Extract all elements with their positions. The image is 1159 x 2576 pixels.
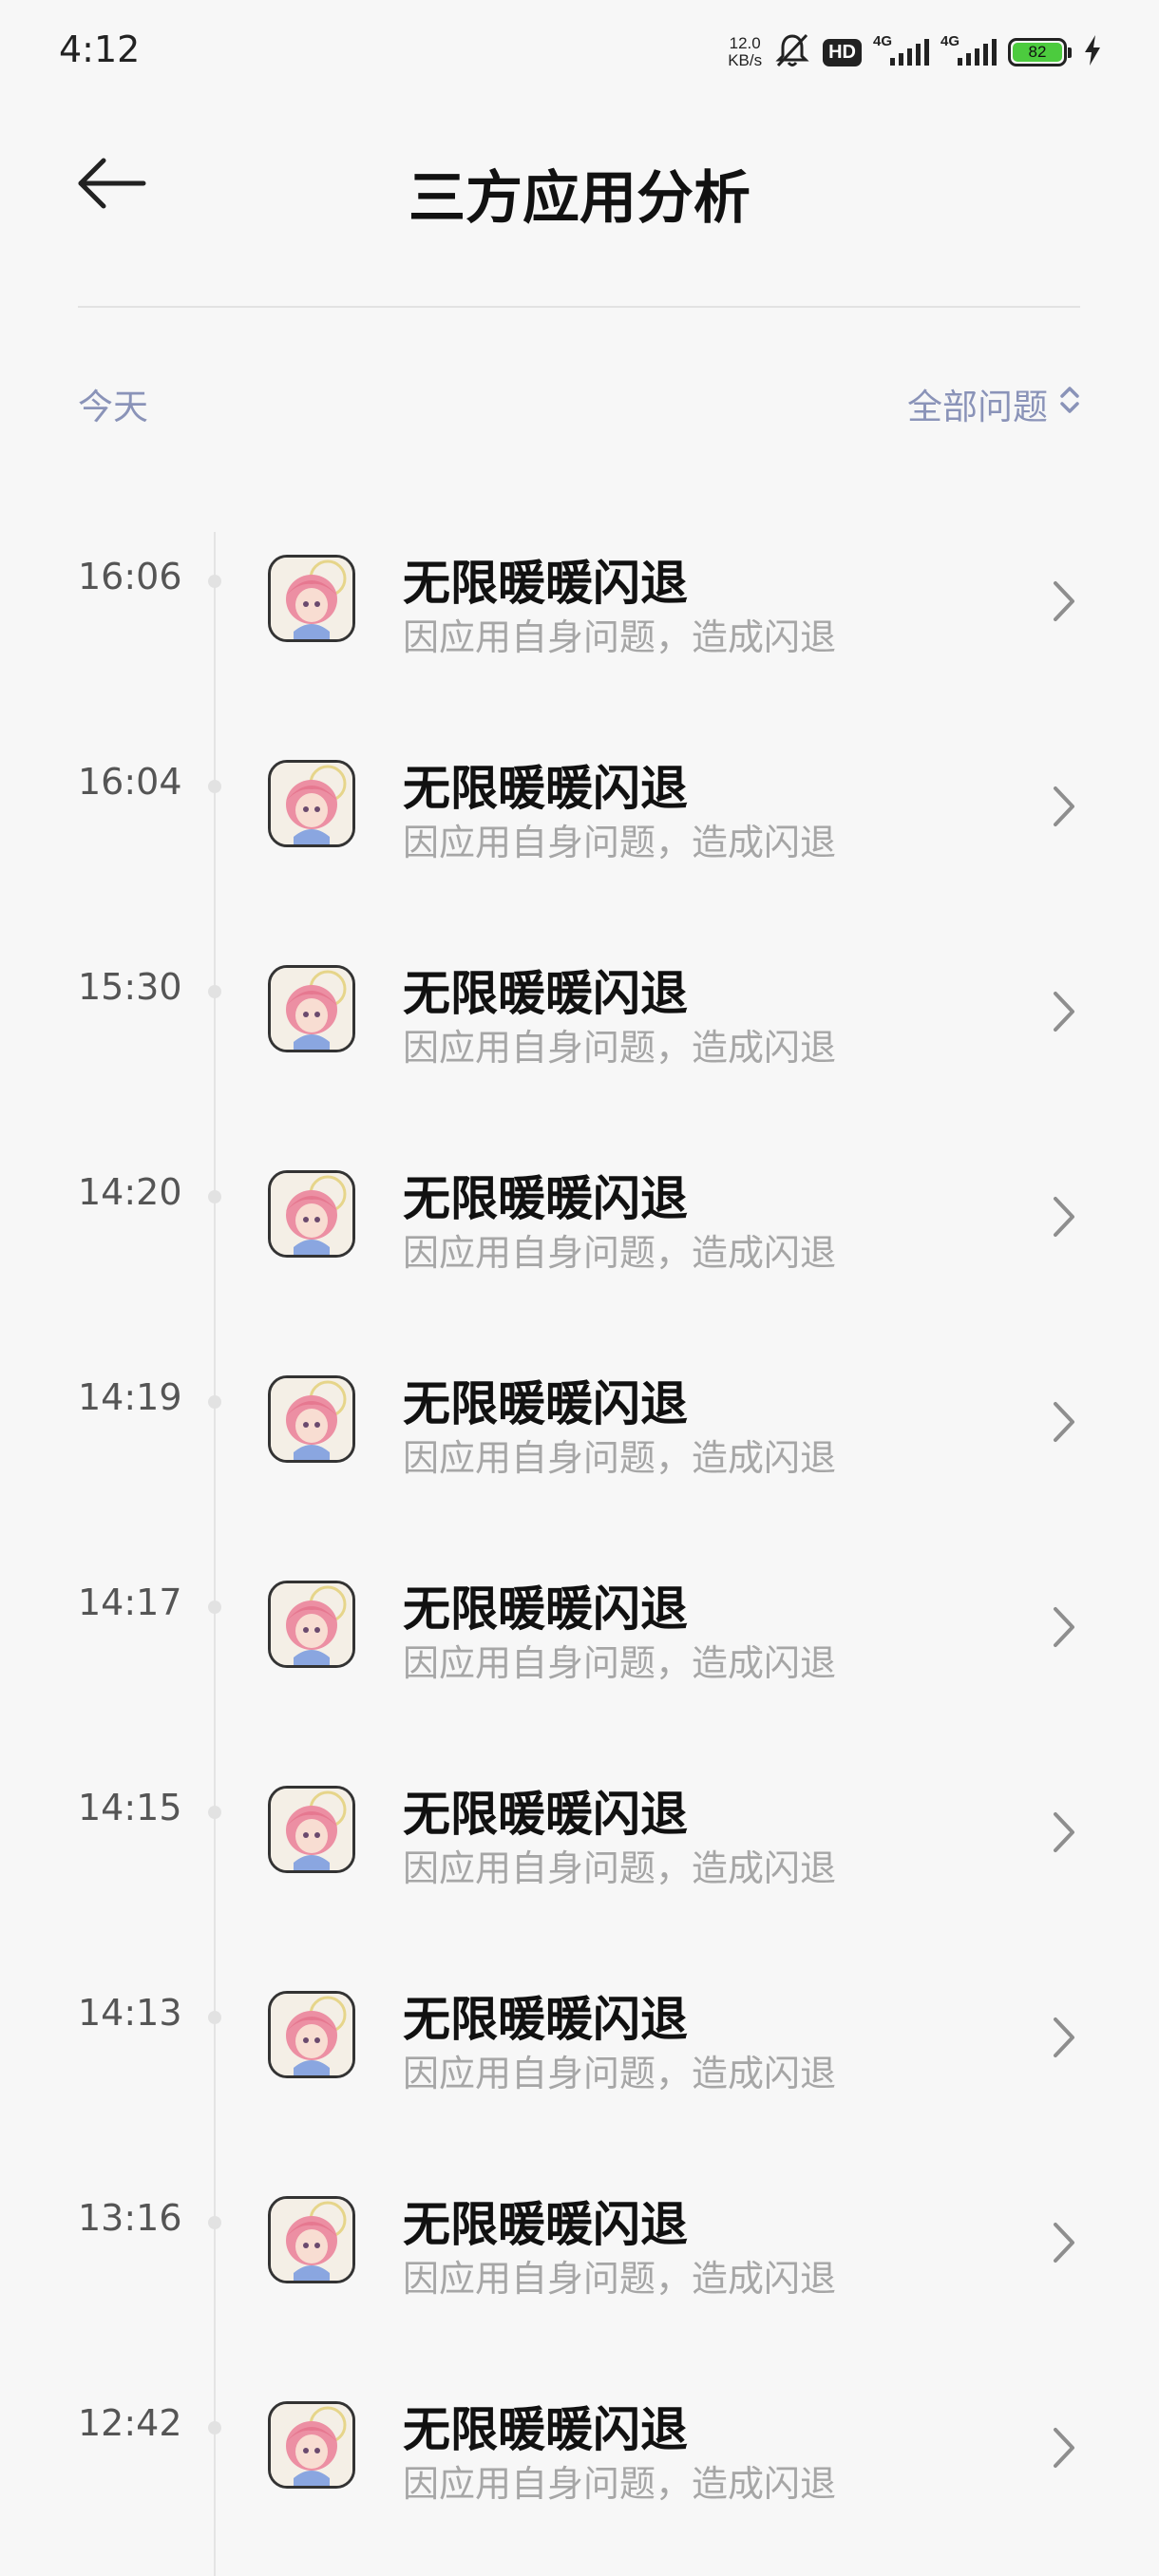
status-time: 4:12 bbox=[59, 28, 141, 70]
item-title: 无限暖暖闪退 bbox=[403, 1582, 688, 1637]
item-time: 14:19 bbox=[78, 1376, 182, 1418]
list-item[interactable]: 16:04 无限暖暖闪退 因应用自身问题，造成闪退 bbox=[0, 709, 1159, 863]
signal-label: 4G bbox=[940, 33, 960, 49]
filter-label: 全部问题 bbox=[907, 387, 1048, 427]
item-time: 12:42 bbox=[78, 2402, 182, 2444]
network-speed-value: 12.0 bbox=[729, 34, 761, 52]
list-item[interactable]: 16:06 无限暖暖闪退 因应用自身问题，造成闪退 bbox=[0, 503, 1159, 658]
item-time: 14:13 bbox=[78, 1992, 182, 2034]
timeline-dot bbox=[208, 2216, 221, 2229]
item-subtitle: 因应用自身问题，造成闪退 bbox=[403, 1847, 837, 1889]
chevron-right-icon bbox=[1050, 783, 1078, 830]
item-time: 14:20 bbox=[78, 1171, 182, 1213]
header: 三方应用分析 bbox=[0, 123, 1159, 247]
item-time: 16:06 bbox=[78, 556, 182, 597]
item-time: 14:15 bbox=[78, 1787, 182, 1828]
item-subtitle: 因应用自身问题，造成闪退 bbox=[403, 1437, 837, 1479]
hd-icon: HD bbox=[823, 38, 862, 66]
app-icon bbox=[268, 2196, 355, 2283]
filter-dropdown[interactable]: 全部问题 bbox=[907, 378, 1080, 429]
charging-icon bbox=[1083, 34, 1102, 70]
chevron-right-icon bbox=[1050, 2424, 1078, 2472]
item-title: 无限暖暖闪退 bbox=[403, 1376, 688, 1431]
item-title: 无限暖暖闪退 bbox=[403, 1787, 688, 1842]
item-time: 13:16 bbox=[78, 2197, 182, 2239]
status-bar: 4:12 12.0 KB/s HD 4G 4G 82 bbox=[0, 0, 1159, 104]
timeline-dot bbox=[208, 1601, 221, 1614]
bell-off-icon bbox=[773, 31, 811, 73]
divider bbox=[78, 306, 1080, 308]
list-item[interactable]: 15:30 无限暖暖闪退 因应用自身问题，造成闪退 bbox=[0, 914, 1159, 1069]
list-item[interactable]: 12:42 无限暖暖闪退 因应用自身问题，造成闪退 bbox=[0, 2350, 1159, 2505]
timeline-dot bbox=[208, 1395, 221, 1409]
chevron-right-icon bbox=[1050, 1809, 1078, 1856]
app-icon bbox=[268, 965, 355, 1052]
app-icon bbox=[268, 2401, 355, 2489]
chevron-updown-icon bbox=[1059, 384, 1080, 425]
item-subtitle: 因应用自身问题，造成闪退 bbox=[403, 2053, 837, 2094]
item-subtitle: 因应用自身问题，造成闪退 bbox=[403, 616, 837, 658]
item-title: 无限暖暖闪退 bbox=[403, 556, 688, 611]
network-speed-unit: KB/s bbox=[728, 51, 763, 69]
chevron-right-icon bbox=[1050, 1603, 1078, 1651]
status-icons: 12.0 KB/s HD 4G 4G 82 bbox=[728, 30, 1102, 74]
item-subtitle: 因应用自身问题，造成闪退 bbox=[403, 1027, 837, 1069]
item-title: 无限暖暖闪退 bbox=[403, 1992, 688, 2047]
list-item[interactable]: 14:13 无限暖暖闪退 因应用自身问题，造成闪退 bbox=[0, 1940, 1159, 2094]
signal-icon: 4G bbox=[940, 33, 997, 66]
chevron-right-icon bbox=[1050, 2219, 1078, 2266]
item-subtitle: 因应用自身问题，造成闪退 bbox=[403, 1642, 837, 1684]
list-item[interactable]: 14:20 无限暖暖闪退 因应用自身问题，造成闪退 bbox=[0, 1119, 1159, 1274]
item-title: 无限暖暖闪退 bbox=[403, 1171, 688, 1226]
item-subtitle: 因应用自身问题，造成闪退 bbox=[403, 2258, 837, 2300]
chevron-right-icon bbox=[1050, 988, 1078, 1035]
list-item[interactable]: 13:16 无限暖暖闪退 因应用自身问题，造成闪退 bbox=[0, 2145, 1159, 2300]
item-title: 无限暖暖闪退 bbox=[403, 2402, 688, 2457]
app-icon bbox=[268, 1170, 355, 1258]
timeline-dot bbox=[208, 780, 221, 793]
list-item[interactable]: 14:15 无限暖暖闪退 因应用自身问题，造成闪退 bbox=[0, 1734, 1159, 1889]
signal-label: 4G bbox=[873, 33, 893, 49]
chevron-right-icon bbox=[1050, 578, 1078, 625]
app-icon bbox=[268, 1991, 355, 2078]
chevron-right-icon bbox=[1050, 1193, 1078, 1241]
app-icon bbox=[268, 1786, 355, 1873]
item-time: 16:04 bbox=[78, 761, 182, 803]
item-time: 14:17 bbox=[78, 1582, 182, 1623]
app-icon bbox=[268, 760, 355, 847]
chevron-right-icon bbox=[1050, 2014, 1078, 2061]
item-subtitle: 因应用自身问题，造成闪退 bbox=[403, 1232, 837, 1274]
timeline-dot bbox=[208, 575, 221, 588]
chevron-right-icon bbox=[1050, 1398, 1078, 1446]
signal-icon: 4G bbox=[873, 33, 929, 66]
list-item[interactable]: 14:17 无限暖暖闪退 因应用自身问题，造成闪退 bbox=[0, 1529, 1159, 1684]
app-icon bbox=[268, 1375, 355, 1463]
item-subtitle: 因应用自身问题，造成闪退 bbox=[403, 822, 837, 863]
item-title: 无限暖暖闪退 bbox=[403, 2197, 688, 2252]
app-icon bbox=[268, 555, 355, 642]
network-speed: 12.0 KB/s bbox=[728, 35, 762, 69]
list-item[interactable]: 14:19 无限暖暖闪退 因应用自身问题，造成闪退 bbox=[0, 1324, 1159, 1479]
timeline-dot bbox=[208, 2011, 221, 2024]
battery-icon: 82 bbox=[1008, 38, 1072, 66]
app-icon bbox=[268, 1581, 355, 1668]
timeline-dot bbox=[208, 2421, 221, 2434]
battery-level: 82 bbox=[1013, 43, 1062, 62]
page-title: 三方应用分析 bbox=[408, 165, 750, 232]
timeline-dot bbox=[208, 1190, 221, 1203]
item-title: 无限暖暖闪退 bbox=[403, 966, 688, 1021]
item-title: 无限暖暖闪退 bbox=[403, 761, 688, 816]
item-subtitle: 因应用自身问题，造成闪退 bbox=[403, 2463, 837, 2505]
section-date-label: 今天 bbox=[78, 387, 148, 427]
timeline-dot bbox=[208, 1806, 221, 1819]
timeline-dot bbox=[208, 985, 221, 998]
section-row: 今天 全部问题 bbox=[78, 375, 1080, 432]
item-time: 15:30 bbox=[78, 966, 182, 1008]
